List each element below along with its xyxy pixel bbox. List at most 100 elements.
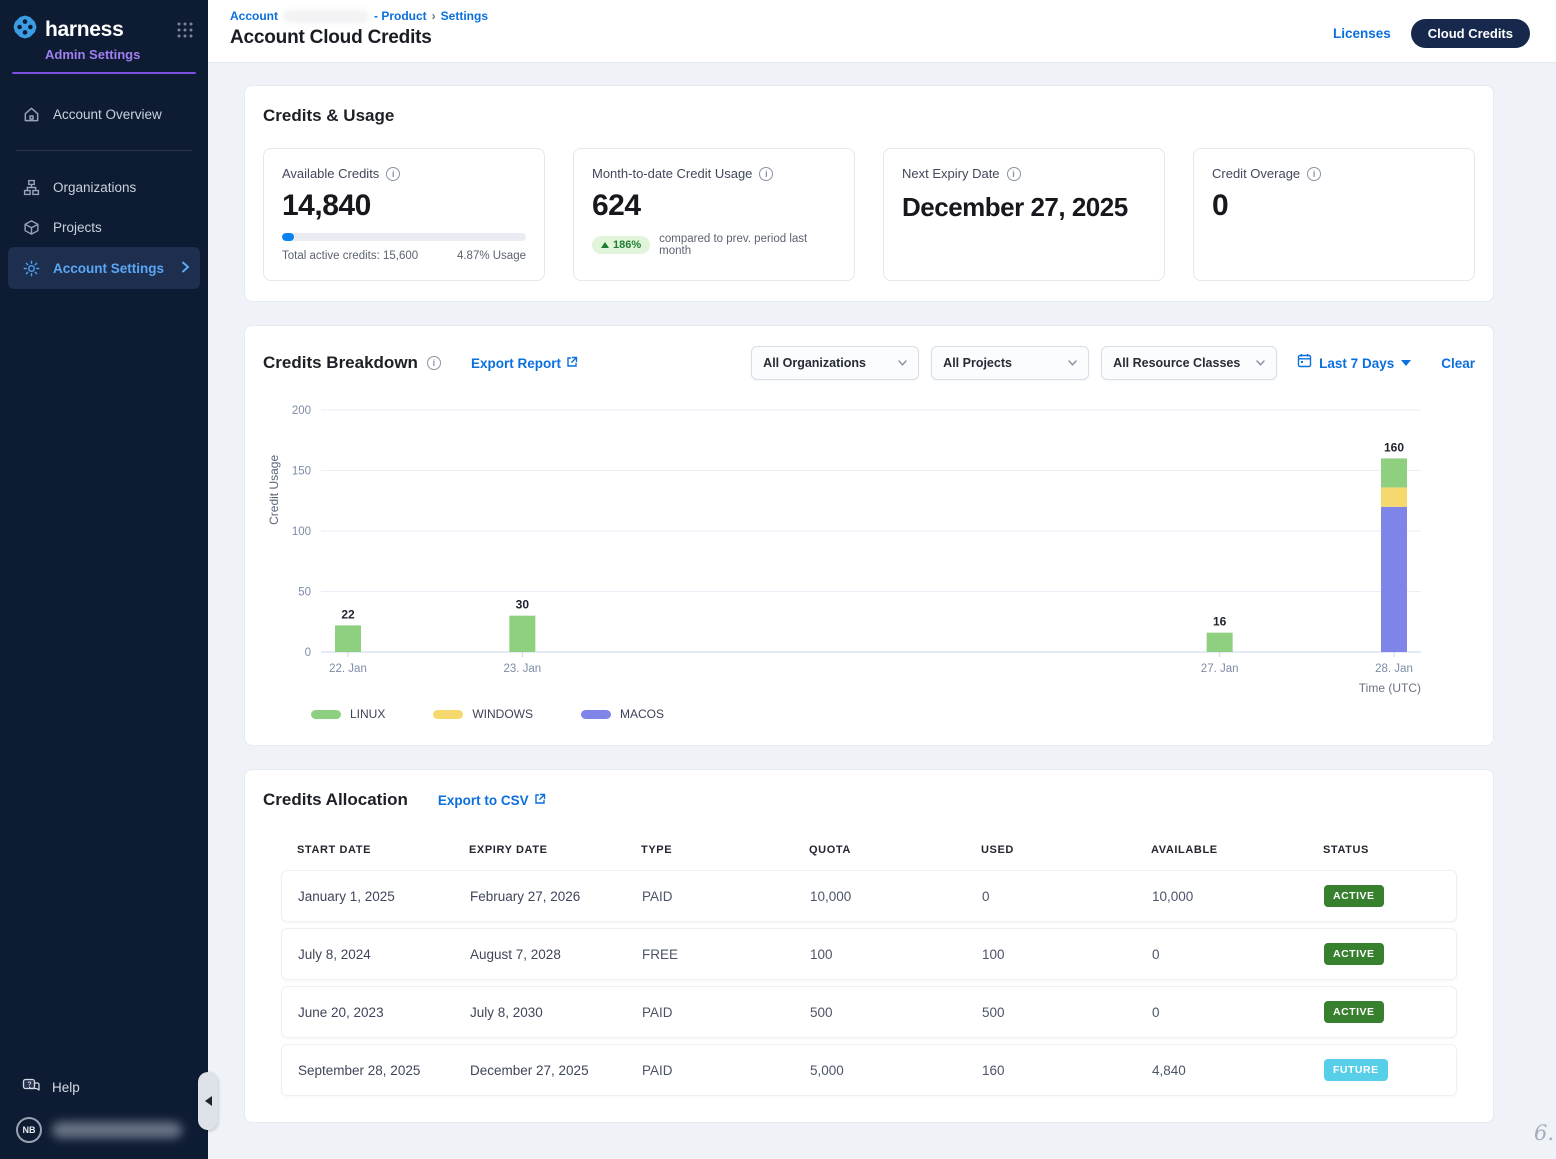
- next-expiry-card: Next Expiry Date i December 27, 2025: [883, 148, 1165, 281]
- next-expiry-label: Next Expiry Date: [902, 166, 1000, 181]
- table-cell-start: June 20, 2023: [298, 1005, 470, 1020]
- legend-swatch: [581, 710, 611, 719]
- breadcrumb-settings[interactable]: Settings: [441, 9, 488, 23]
- chevron-down-icon: [898, 360, 907, 366]
- mtd-usage-value: 624: [592, 189, 836, 223]
- table-row: January 1, 2025February 27, 2026PAID10,0…: [281, 870, 1457, 922]
- breadcrumb: Account - Product › Settings: [230, 9, 488, 23]
- column-header: START DATE: [297, 844, 469, 856]
- info-icon[interactable]: i: [759, 167, 773, 181]
- sidebar-item-account-overview[interactable]: Account Overview: [0, 94, 208, 134]
- table-cell-used: 160: [982, 1063, 1152, 1078]
- licenses-link[interactable]: Licenses: [1333, 26, 1391, 41]
- credits-usage-title: Credits & Usage: [263, 106, 1475, 126]
- sidebar-collapse-handle[interactable]: [198, 1072, 218, 1130]
- credits-allocation-section: Credits Allocation Export to CSV START D…: [244, 769, 1494, 1123]
- sidebar-nav: Account Overview Organizations: [0, 94, 208, 289]
- main-area: Account - Product › Settings Account Clo…: [208, 0, 1556, 1159]
- svg-text:23. Jan: 23. Jan: [503, 663, 541, 675]
- external-link-icon: [566, 356, 578, 371]
- svg-text:?: ?: [27, 1082, 31, 1089]
- info-icon[interactable]: i: [1007, 167, 1021, 181]
- cloud-credits-button[interactable]: Cloud Credits: [1411, 19, 1530, 48]
- legend-swatch: [311, 710, 341, 719]
- status-badge: FUTURE: [1324, 1059, 1388, 1081]
- svg-text:Credit Usage: Credit Usage: [267, 455, 281, 525]
- info-icon[interactable]: i: [1307, 167, 1321, 181]
- allocation-table-header: START DATEEXPIRY DATETYPEQUOTAUSEDAVAILA…: [281, 844, 1457, 870]
- breadcrumb-product[interactable]: - Product: [374, 9, 427, 23]
- allocation-table: START DATEEXPIRY DATETYPEQUOTAUSEDAVAILA…: [281, 844, 1457, 1096]
- credits-allocation-title: Credits Allocation: [263, 790, 408, 810]
- legend-item[interactable]: WINDOWS: [433, 707, 533, 721]
- status-badge: ACTIVE: [1324, 1001, 1384, 1023]
- column-header: STATUS: [1323, 844, 1457, 856]
- svg-text:28. Jan: 28. Jan: [1375, 663, 1413, 675]
- legend-label: MACOS: [620, 707, 664, 721]
- clear-filters-link[interactable]: Clear: [1441, 356, 1475, 371]
- projects-filter[interactable]: All Projects: [931, 346, 1089, 380]
- breadcrumb-account[interactable]: Account: [230, 9, 278, 23]
- module-grid-icon[interactable]: [176, 21, 194, 39]
- table-cell-used: 500: [982, 1005, 1152, 1020]
- sidebar-bottom: ? Help NB: [0, 1068, 208, 1159]
- sidebar-item-account-settings[interactable]: Account Settings: [8, 247, 200, 289]
- table-cell-available: 10,000: [1152, 889, 1324, 904]
- date-range-picker[interactable]: Last 7 Days: [1297, 353, 1411, 373]
- sidebar-item-projects[interactable]: Projects: [0, 207, 208, 247]
- table-cell-expiry: July 8, 2030: [470, 1005, 642, 1020]
- table-cell-start: September 28, 2025: [298, 1063, 470, 1078]
- table-cell-available: 4,840: [1152, 1063, 1324, 1078]
- sidebar: harness Admin Settings: [0, 0, 208, 1159]
- svg-text:200: 200: [292, 405, 311, 417]
- page-header: Account - Product › Settings Account Clo…: [208, 0, 1556, 63]
- chart-legend: LINUX WINDOWS MACOS: [311, 707, 1475, 721]
- table-row: July 8, 2024August 7, 2028FREE1001000ACT…: [281, 928, 1457, 980]
- projects-cube-icon: [22, 219, 40, 236]
- table-row: June 20, 2023July 8, 2030PAID5005000ACTI…: [281, 986, 1457, 1038]
- credits-progress-bar: [282, 233, 526, 241]
- calendar-icon: [1297, 353, 1312, 373]
- export-report-link[interactable]: Export Report: [471, 356, 578, 371]
- info-icon[interactable]: i: [386, 167, 400, 181]
- delta-badge: 186%: [592, 236, 650, 254]
- export-csv-link[interactable]: Export to CSV: [438, 793, 546, 808]
- table-cell-quota: 5,000: [810, 1063, 982, 1078]
- delta-note: compared to prev. period last month: [659, 233, 836, 257]
- harness-logo-icon: [12, 14, 38, 45]
- legend-item[interactable]: MACOS: [581, 707, 664, 721]
- svg-text:16: 16: [1213, 615, 1227, 629]
- allocation-table-body: January 1, 2025February 27, 2026PAID10,0…: [281, 870, 1457, 1096]
- legend-item[interactable]: LINUX: [311, 707, 385, 721]
- table-row: September 28, 2025December 27, 2025PAID5…: [281, 1044, 1457, 1096]
- table-cell-available: 0: [1152, 1005, 1324, 1020]
- legend-label: WINDOWS: [472, 707, 533, 721]
- breadcrumb-separator: ›: [432, 9, 436, 23]
- svg-text:50: 50: [298, 587, 311, 599]
- next-expiry-value: December 27, 2025: [902, 191, 1146, 225]
- help-chat-icon: ?: [22, 1078, 40, 1097]
- organizations-filter[interactable]: All Organizations: [751, 346, 919, 380]
- brand-name: harness: [45, 18, 176, 42]
- table-cell-type: PAID: [642, 1063, 810, 1078]
- sidebar-item-organizations[interactable]: Organizations: [0, 167, 208, 207]
- user-name-redacted: [52, 1122, 182, 1138]
- svg-text:0: 0: [305, 647, 311, 659]
- table-cell-quota: 500: [810, 1005, 982, 1020]
- info-icon[interactable]: i: [427, 356, 441, 370]
- svg-text:30: 30: [516, 598, 530, 612]
- user-row[interactable]: NB: [0, 1107, 208, 1145]
- column-header: EXPIRY DATE: [469, 844, 641, 856]
- help-button[interactable]: ? Help: [0, 1068, 208, 1107]
- table-cell-expiry: August 7, 2028: [470, 947, 642, 962]
- chevron-right-icon: [181, 261, 190, 276]
- resource-classes-filter[interactable]: All Resource Classes: [1101, 346, 1277, 380]
- status-badge: ACTIVE: [1324, 885, 1384, 907]
- column-header: QUOTA: [809, 844, 981, 856]
- caret-down-icon: [1401, 360, 1411, 366]
- credit-overage-label: Credit Overage: [1212, 166, 1300, 181]
- avatar: NB: [16, 1117, 42, 1143]
- svg-text:Time (UTC): Time (UTC): [1359, 681, 1421, 695]
- legend-label: LINUX: [350, 707, 385, 721]
- table-cell-type: PAID: [642, 1005, 810, 1020]
